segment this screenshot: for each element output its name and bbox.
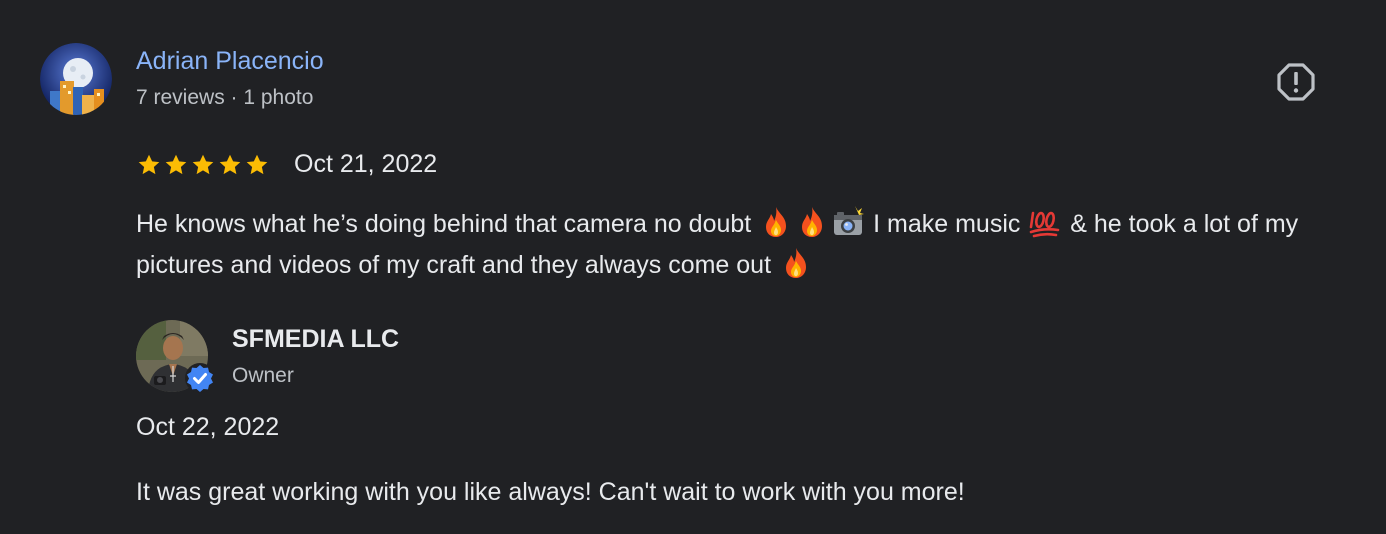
hundred-points-icon	[1030, 211, 1060, 238]
verified-badge-icon	[185, 363, 215, 393]
star-icon	[246, 154, 268, 174]
star-icon	[138, 154, 160, 174]
report-icon	[1277, 63, 1315, 101]
reviewer-name[interactable]: Adrian Placencio	[136, 47, 324, 76]
star-icon	[165, 154, 187, 174]
owner-avatar[interactable]	[136, 320, 215, 393]
reply-text: It was great working with you like alway…	[136, 478, 965, 506]
reviewer-avatar[interactable]	[40, 43, 112, 115]
star-icon	[192, 154, 214, 174]
review-date: Oct 21, 2022	[294, 150, 438, 178]
star-icon	[219, 154, 241, 174]
camera-flash-icon	[834, 206, 865, 235]
fire-icon	[785, 248, 806, 278]
review-text-part-2: I make music	[866, 210, 1028, 238]
fire-icon	[802, 207, 823, 237]
star-rating	[136, 152, 270, 178]
review-text: He knows what he’s doing behind that cam…	[136, 204, 1356, 286]
rating-row: Oct 21, 2022	[136, 150, 437, 179]
report-button[interactable]	[1276, 62, 1316, 102]
owner-name: SFMEDIA LLC	[232, 325, 400, 353]
reply-date: Oct 22, 2022	[136, 413, 280, 441]
review-text-part-1: He knows what he’s doing behind that cam…	[136, 210, 759, 238]
owner-role: Owner	[232, 364, 294, 387]
fire-icon	[766, 207, 787, 237]
review-card: Adrian Placencio 7 reviews · 1 photo Oct…	[0, 0, 1386, 534]
reviewer-meta: 7 reviews · 1 photo	[136, 86, 314, 109]
